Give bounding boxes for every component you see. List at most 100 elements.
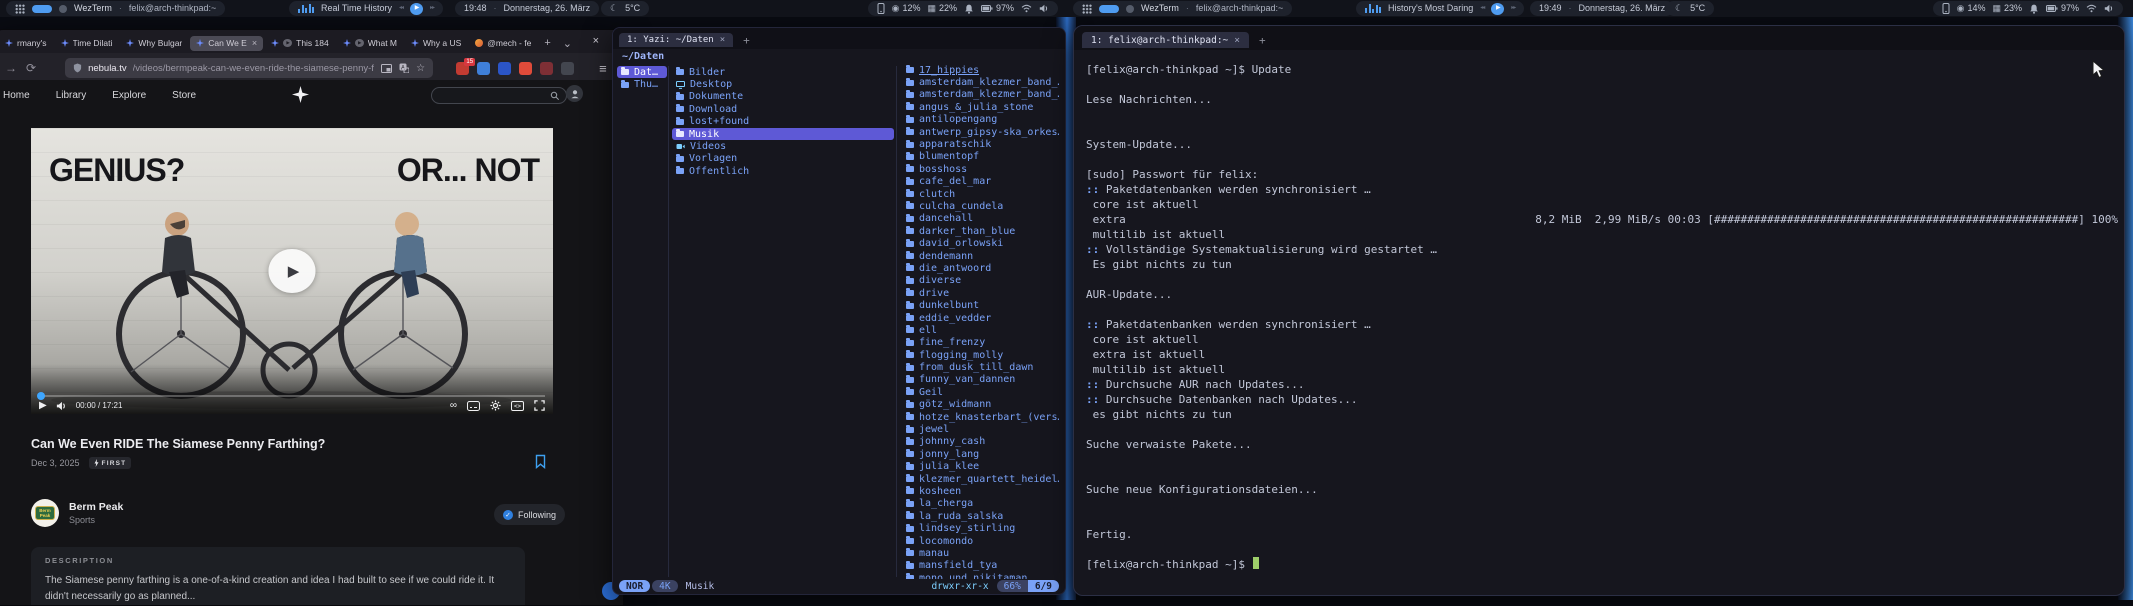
following-button[interactable]: ✓ Following bbox=[494, 504, 565, 525]
settings-gear-icon[interactable] bbox=[490, 400, 501, 411]
browser-tab[interactable]: @mech - fe bbox=[469, 36, 537, 51]
phone-icon[interactable] bbox=[1942, 3, 1950, 14]
big-play-button[interactable]: ▶ bbox=[269, 249, 316, 293]
url-bar[interactable]: nebula.tv /videos/bermpeak-can-we-even-r… bbox=[65, 58, 433, 78]
preview-list-item[interactable]: fine_frenzy bbox=[902, 337, 1063, 349]
wifi-icon[interactable] bbox=[2086, 4, 2097, 13]
preview-list-item[interactable]: amsterdam_klezmer_band_… bbox=[902, 76, 1063, 88]
translate-icon[interactable]: A bbox=[399, 63, 409, 73]
site-nav-link-explore[interactable]: Explore bbox=[112, 90, 146, 101]
workspace-inactive[interactable] bbox=[59, 5, 67, 13]
preview-list-item[interactable]: la_cherga bbox=[902, 498, 1063, 510]
preview-list-item[interactable]: jewel bbox=[902, 423, 1063, 435]
preview-list-item[interactable]: locomondo bbox=[902, 535, 1063, 547]
preview-list-item[interactable]: julia_klee bbox=[902, 461, 1063, 473]
media-title[interactable]: History's Most Daring bbox=[1388, 1, 1473, 16]
screenshot-icon[interactable] bbox=[381, 64, 392, 73]
clock-module[interactable]: 19:48 · Donnerstag, 26. März bbox=[455, 1, 599, 16]
tab-close-icon[interactable]: × bbox=[252, 38, 257, 48]
extension-maroon-icon[interactable] bbox=[540, 62, 553, 75]
bookmark-star-icon[interactable]: ☆ bbox=[416, 63, 425, 74]
preview-list-item[interactable]: hotze_knasterbart_(vers… bbox=[902, 411, 1063, 423]
weather-module[interactable]: ☾ 5°C bbox=[1666, 1, 1714, 16]
browser-tab[interactable]: Why a US bbox=[405, 36, 467, 51]
site-nav-link-home[interactable]: Home bbox=[3, 90, 30, 101]
preview-list-item[interactable]: blumentopf bbox=[902, 151, 1063, 163]
weather-module[interactable]: ☾ 5°C bbox=[601, 1, 649, 16]
preview-list-item[interactable]: die_antwoord bbox=[902, 262, 1063, 274]
media-prev-icon[interactable]: ◂◂ bbox=[399, 1, 403, 16]
browser-tab[interactable]: ▶This 184 bbox=[265, 36, 335, 51]
preview-list-item[interactable]: flogging_molly bbox=[902, 349, 1063, 361]
cpu-stat[interactable]: ◉14% bbox=[1957, 1, 1986, 16]
file-list-item[interactable]: Dokumente bbox=[672, 91, 894, 103]
preview-list-item[interactable]: dancehall bbox=[902, 213, 1063, 225]
preview-list-item[interactable]: klezmer_quartett_heidel… bbox=[902, 473, 1063, 485]
preview-list-item[interactable]: bosshoss bbox=[902, 163, 1063, 175]
file-list-item[interactable]: lost+found bbox=[672, 116, 894, 128]
preview-list-item[interactable]: dendemann bbox=[902, 250, 1063, 262]
preview-list-item[interactable]: mono_und_nikitaman bbox=[902, 572, 1063, 579]
media-prev-icon[interactable]: ◂◂ bbox=[1480, 1, 1484, 16]
preview-list-item[interactable]: 17_hippies bbox=[902, 64, 1063, 76]
extension-dark-icon[interactable] bbox=[561, 62, 574, 75]
memory-stat[interactable]: ▦22% bbox=[927, 1, 957, 16]
tab-close-icon[interactable]: × bbox=[1234, 35, 1240, 46]
preview-list-item[interactable]: antwerp_gipsy-ska_orkes… bbox=[902, 126, 1063, 138]
file-list-item[interactable]: Musik bbox=[672, 128, 894, 140]
volume-icon[interactable] bbox=[1039, 4, 1049, 13]
new-tab-button[interactable]: + bbox=[539, 37, 555, 49]
pip-button[interactable]: <> bbox=[511, 401, 524, 411]
preview-list-item[interactable]: antilopengang bbox=[902, 114, 1063, 126]
site-nav-link-store[interactable]: Store bbox=[172, 90, 196, 101]
app-launcher-icon[interactable] bbox=[15, 4, 25, 14]
workspace-inactive[interactable] bbox=[1126, 5, 1134, 13]
preview-list-item[interactable]: diverse bbox=[902, 275, 1063, 287]
media-play-icon[interactable]: ▶ bbox=[1491, 3, 1504, 15]
bell-icon[interactable] bbox=[2029, 4, 2039, 14]
browser-tab[interactable]: ▶What M bbox=[337, 36, 403, 51]
preview-list-item[interactable]: funny_van_dannen bbox=[902, 374, 1063, 386]
yazi-tab[interactable]: 1: Yazi: ~/Daten × bbox=[619, 33, 733, 47]
preview-list-item[interactable]: from_dusk_till_dawn bbox=[902, 361, 1063, 373]
preview-list-item[interactable]: angus_&_julia_stone bbox=[902, 101, 1063, 113]
captions-button[interactable] bbox=[467, 401, 480, 411]
phone-icon[interactable] bbox=[877, 3, 885, 14]
media-next-icon[interactable]: ▸▸ bbox=[1511, 1, 1515, 16]
loop-button[interactable]: ∞ bbox=[450, 400, 457, 411]
volume-button[interactable] bbox=[56, 401, 67, 411]
channel-name[interactable]: Berm Peak bbox=[69, 501, 123, 513]
preview-list-item[interactable]: clutch bbox=[902, 188, 1063, 200]
battery-stat[interactable]: 97% bbox=[981, 1, 1014, 16]
file-list-item[interactable]: Desktop bbox=[672, 78, 894, 90]
terminal-output[interactable]: [felix@arch-thinkpad ~]$ UpdateLese Nach… bbox=[1086, 62, 2118, 572]
preview-list-item[interactable]: lindsey_stirling bbox=[902, 522, 1063, 534]
file-list-item[interactable]: Öffentlich bbox=[672, 165, 894, 177]
bell-icon[interactable] bbox=[964, 4, 974, 14]
channel-avatar[interactable]: Berm Peak bbox=[31, 499, 59, 527]
wifi-icon[interactable] bbox=[1021, 4, 1032, 13]
site-nav-link-library[interactable]: Library bbox=[56, 90, 87, 101]
preview-list-item[interactable]: johnny_cash bbox=[902, 436, 1063, 448]
preview-list-item[interactable]: mansfield_tya bbox=[902, 560, 1063, 572]
preview-list-item[interactable]: apparatschik bbox=[902, 138, 1063, 150]
preview-list-item[interactable]: Geil bbox=[902, 386, 1063, 398]
new-tab-button[interactable]: + bbox=[743, 34, 750, 47]
preview-list-item[interactable]: jonny_lang bbox=[902, 448, 1063, 460]
tab-close-icon[interactable]: × bbox=[720, 35, 725, 45]
file-list-item[interactable]: Videos bbox=[672, 140, 894, 152]
file-list-item[interactable]: Bilder bbox=[672, 66, 894, 78]
file-list-item[interactable]: Vorlagen bbox=[672, 153, 894, 165]
parent-dir-item[interactable]: Thu… bbox=[617, 78, 667, 90]
preview-list-item[interactable]: culcha_cundela bbox=[902, 200, 1063, 212]
preview-list-item[interactable]: ell bbox=[902, 324, 1063, 336]
reload-button[interactable]: ⟳ bbox=[26, 61, 36, 75]
volume-icon[interactable] bbox=[2104, 4, 2114, 13]
browser-tab[interactable]: Why Bulgar bbox=[120, 36, 188, 51]
preview-list-item[interactable]: david_orlowski bbox=[902, 237, 1063, 249]
preview-list-item[interactable]: manau bbox=[902, 547, 1063, 559]
workspace-active[interactable] bbox=[1099, 5, 1119, 13]
preview-list-item[interactable]: eddie_vedder bbox=[902, 312, 1063, 324]
workspace-active[interactable] bbox=[32, 5, 52, 13]
play-button[interactable]: ▶ bbox=[39, 400, 47, 411]
